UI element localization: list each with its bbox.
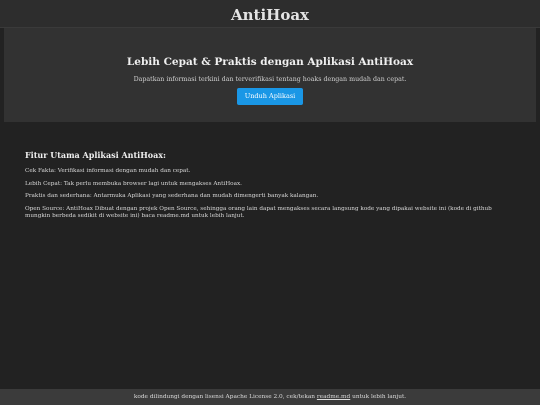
download-app-button[interactable]: Unduh Aplikasi (237, 88, 303, 105)
hero-banner: Lebih Cepat & Praktis dengan Aplikasi An… (4, 28, 536, 122)
features-section: Fitur Utama Aplikasi AntiHoax: Cek Fakta… (25, 150, 515, 226)
site-footer: kode dilindungi dengan lisensi Apache Li… (0, 389, 540, 405)
site-header: AntiHoax (0, 0, 540, 28)
feature-item-cek-fakta: Cek Fakta: Verifikasi informasi dengan m… (25, 168, 191, 174)
footer-text-before: kode dilindungi dengan lisensi Apache Li… (133, 394, 317, 400)
site-title: AntiHoax (230, 6, 309, 24)
feature-item-lebih-cepat: Lebih Cepat: Tak perlu membuka browser l… (25, 180, 242, 187)
feature-item-open-source: Open Source: AntiHoax Dibuat dengan proj… (25, 205, 492, 220)
hero-description: Dapatkan informasi terkini dan terverifi… (133, 76, 407, 83)
feature-item-praktis: Praktis dan sederhana: Antarmuka Aplikas… (25, 193, 319, 199)
hero-heading: Lebih Cepat & Praktis dengan Aplikasi An… (126, 56, 414, 68)
footer-text-after: untuk lebih lanjut. (350, 394, 407, 400)
features-heading: Fitur Utama Aplikasi AntiHoax: (25, 150, 167, 160)
page: AntiHoax Lebih Cepat & Praktis dengan Ap… (0, 0, 540, 405)
readme-link[interactable]: readme.md (317, 394, 350, 400)
